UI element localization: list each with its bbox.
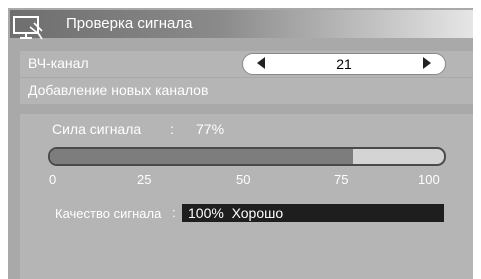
scale-tick-50: 50 (236, 172, 251, 187)
add-channels-label: Добавление новых каналов (28, 82, 209, 98)
arrow-right-icon[interactable] (423, 57, 431, 69)
signal-strength-bar-fill (50, 149, 354, 164)
signal-strength-value: 77% (196, 121, 225, 137)
signal-quality-label: Качество сигнала (55, 206, 162, 221)
antenna-monitor-icon (13, 16, 43, 40)
scale-tick-100: 100 (418, 172, 440, 187)
signal-quality-box: 100% Хорошо (182, 204, 444, 222)
signal-strength-bar (48, 147, 446, 166)
rf-channel-value: 21 (336, 56, 352, 72)
add-channels-row[interactable]: Добавление новых каналов (20, 78, 473, 104)
signal-quality-value: 100% Хорошо (188, 205, 284, 221)
scale-tick-75: 75 (334, 172, 349, 187)
signal-info-area (20, 114, 473, 279)
scale-tick-25: 25 (137, 172, 152, 187)
rf-channel-label: ВЧ-канал (28, 55, 89, 71)
signal-quality-separator: : (172, 205, 176, 220)
rf-channel-selector[interactable]: 21 (242, 53, 446, 75)
rf-channel-row[interactable]: ВЧ-канал 21 (20, 51, 473, 77)
scale-tick-0: 0 (49, 172, 57, 187)
signal-strength-separator: : (170, 121, 174, 137)
signal-strength-label: Сила сигнала (52, 121, 142, 137)
page-title: Проверка сигнала (66, 15, 193, 32)
